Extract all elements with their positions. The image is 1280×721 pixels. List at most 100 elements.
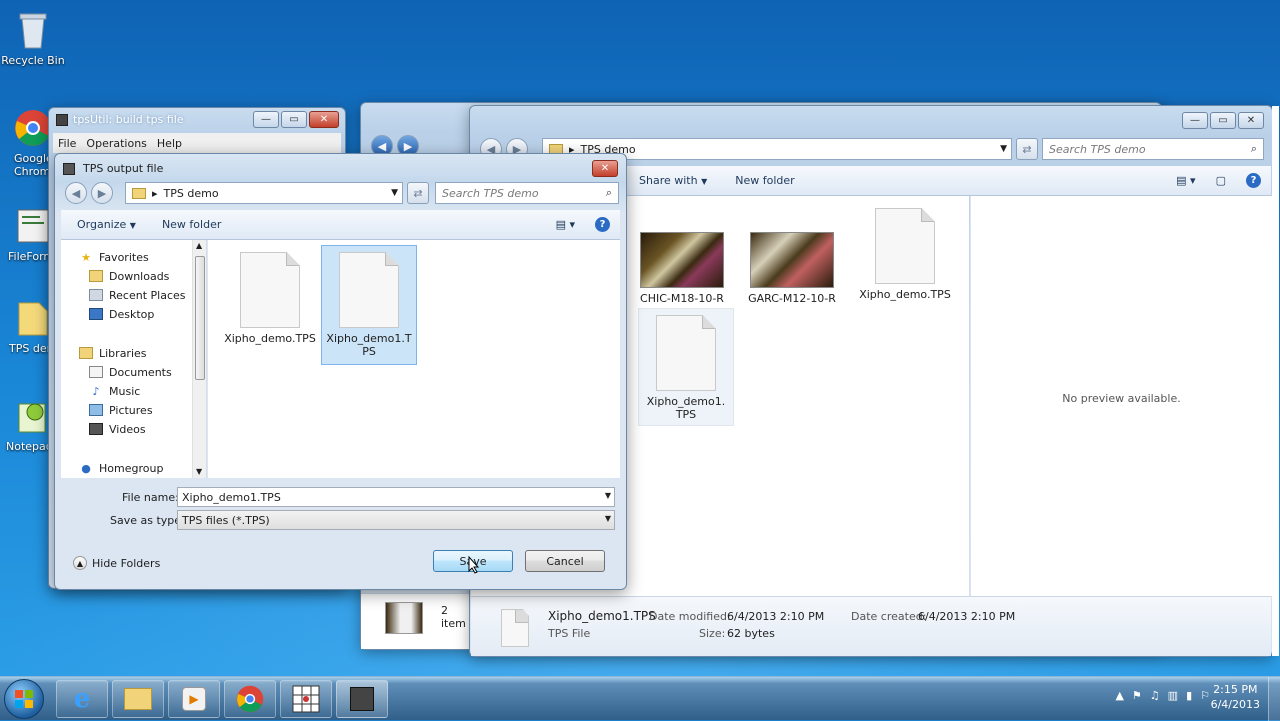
- network-icon[interactable]: ▥: [1168, 689, 1178, 702]
- nav-videos[interactable]: Videos: [89, 420, 146, 438]
- dialog-address-bar[interactable]: ▸ TPS demo ▼: [125, 182, 403, 204]
- taskbar-explorer[interactable]: [112, 680, 164, 718]
- file-item[interactable]: Xipho_demo.TPS: [224, 248, 316, 345]
- date-created-value: 6/4/2013 2:10 PM: [918, 610, 1016, 623]
- dialog-close-button[interactable]: ✕: [592, 160, 618, 177]
- forward-button[interactable]: ▶: [91, 182, 113, 204]
- dialog-command-bar: Organize ▼ New folder ▤ ▾ ?: [61, 210, 620, 240]
- minimize-button[interactable]: —: [253, 111, 279, 128]
- windows-logo-icon: [15, 690, 33, 708]
- dialog-search-input[interactable]: Search TPS demo ⌕: [435, 182, 619, 204]
- window-controls: — ▭ ✕: [1182, 112, 1264, 129]
- show-desktop-button[interactable]: [1268, 677, 1280, 721]
- chevron-down-icon[interactable]: ▼: [391, 188, 398, 198]
- file-name-label: File name:: [122, 491, 179, 504]
- save-as-type-select[interactable]: TPS files (*.TPS) ▼: [177, 510, 615, 530]
- music-icon: ♪: [92, 384, 100, 398]
- power-icon[interactable]: ▮: [1186, 689, 1192, 702]
- taskbar-tpsutil[interactable]: [336, 680, 388, 718]
- taskbar-chrome[interactable]: [224, 680, 276, 718]
- recycle-bin-shortcut[interactable]: Recycle Bin: [0, 10, 66, 67]
- file-item-selected[interactable]: Xipho_demo1.TPS: [638, 308, 734, 426]
- file-name-input[interactable]: Xipho_demo1.TPS ▼: [177, 487, 615, 507]
- help-icon[interactable]: ?: [585, 217, 620, 232]
- file-item-selected[interactable]: Xipho_demo1.TPS: [321, 245, 417, 365]
- taskbar-ie[interactable]: e: [56, 680, 108, 718]
- search-placeholder: Search TPS demo: [1049, 142, 1146, 156]
- minimize-button[interactable]: —: [1182, 112, 1208, 129]
- nav-recent-places[interactable]: Recent Places: [89, 286, 186, 304]
- navigation-pane: ★ Favorites Downloads Recent Places Deskt…: [61, 240, 207, 478]
- tpsutil-icon: [350, 687, 374, 711]
- menu-operations[interactable]: Operations: [81, 137, 151, 150]
- scrollbar[interactable]: [1272, 106, 1279, 656]
- nav-desktop[interactable]: Desktop: [89, 305, 154, 323]
- photo-thumbnail: [750, 232, 834, 288]
- tps-file-icon: [339, 252, 399, 328]
- new-folder-button[interactable]: New folder: [152, 218, 231, 231]
- file-name: Xipho_demo.TPS: [859, 288, 951, 301]
- nav-libraries[interactable]: Libraries: [79, 344, 147, 362]
- chrome-icon: [13, 108, 53, 148]
- organize-button[interactable]: Organize ▼: [61, 218, 146, 231]
- scroll-down-icon[interactable]: ▼: [196, 467, 202, 476]
- action-center-icon[interactable]: ⚑: [1132, 689, 1142, 702]
- recycle-bin-icon: [13, 10, 53, 50]
- save-dialog[interactable]: TPS output file ✕ ◀ ▶ ▸ TPS demo ▼ ⇄ Sea…: [54, 153, 627, 590]
- homegroup-icon: ●: [81, 461, 91, 475]
- view-options-icon[interactable]: ▤ ▾: [546, 218, 585, 231]
- nav-downloads[interactable]: Downloads: [89, 267, 169, 285]
- scroll-thumb[interactable]: [195, 256, 205, 380]
- media-player-icon: ▶: [182, 687, 206, 711]
- file-item[interactable]: Xipho_demo.TPS: [857, 208, 953, 301]
- save-as-type-value: TPS files (*.TPS): [182, 513, 270, 527]
- menu-file[interactable]: File: [53, 137, 81, 150]
- cancel-button[interactable]: Cancel: [525, 550, 605, 572]
- nav-documents[interactable]: Documents: [89, 363, 172, 381]
- taskbar-tpsdig[interactable]: [280, 680, 332, 718]
- clock[interactable]: 2:15 PM 6/4/2013: [1211, 682, 1260, 712]
- close-button[interactable]: ✕: [309, 111, 339, 128]
- tpsutil-menubar: File Operations Help: [53, 133, 341, 153]
- tps-file-icon: [501, 609, 529, 647]
- maximize-button[interactable]: ▭: [281, 111, 307, 128]
- refresh-button[interactable]: ⇄: [1016, 138, 1038, 160]
- chevron-down-icon[interactable]: ▼: [605, 491, 611, 500]
- refresh-button[interactable]: ⇄: [407, 182, 429, 204]
- save-as-type-label: Save as type:: [110, 514, 185, 527]
- search-input[interactable]: Search TPS demo ⌕: [1042, 138, 1264, 160]
- help-icon[interactable]: ?: [1236, 173, 1271, 188]
- scroll-up-icon[interactable]: ▲: [196, 241, 202, 250]
- volume-icon[interactable]: ♫: [1150, 689, 1160, 702]
- maximize-button[interactable]: ▭: [1210, 112, 1236, 129]
- back-button[interactable]: ◀: [65, 182, 87, 204]
- file-item[interactable]: CHIC-M18-10-R: [637, 232, 727, 305]
- tps-file-icon: [240, 252, 300, 328]
- hide-folders-toggle[interactable]: ▲ Hide Folders: [73, 556, 160, 570]
- flag-icon[interactable]: ⚐: [1200, 689, 1210, 702]
- nav-scrollbar[interactable]: ▼ ▲: [192, 240, 206, 478]
- share-with-button[interactable]: Share with ▼: [629, 174, 717, 187]
- preview-pane-icon[interactable]: ▢: [1206, 174, 1236, 187]
- nav-music[interactable]: ♪ Music: [89, 382, 140, 400]
- file-name-value: Xipho_demo1.TPS: [182, 490, 281, 504]
- menu-help[interactable]: Help: [152, 137, 187, 150]
- nav-pictures[interactable]: Pictures: [89, 401, 153, 419]
- nav-homegroup[interactable]: ● Homegroup: [79, 459, 163, 477]
- new-folder-button[interactable]: New folder: [725, 174, 804, 187]
- taskbar-media-player[interactable]: ▶: [168, 680, 220, 718]
- chevron-down-icon[interactable]: ▼: [605, 514, 611, 523]
- fileform-icon: [13, 206, 53, 246]
- folder-icon: [124, 688, 152, 710]
- star-icon: ★: [81, 250, 91, 264]
- start-button[interactable]: [4, 679, 44, 719]
- chevron-down-icon[interactable]: ▼: [1000, 144, 1007, 154]
- file-item[interactable]: GARC-M12-10-R: [747, 232, 837, 305]
- address-text: TPS demo: [163, 186, 219, 200]
- film-thumbnail: [385, 602, 423, 634]
- close-button[interactable]: ✕: [1238, 112, 1264, 129]
- tpsutil-window-controls: — ▭ ✕: [253, 111, 339, 128]
- show-hidden-icons-icon[interactable]: ▲: [1115, 689, 1123, 702]
- nav-favorites[interactable]: ★ Favorites: [79, 248, 149, 266]
- view-options-icon[interactable]: ▤ ▾: [1166, 174, 1205, 187]
